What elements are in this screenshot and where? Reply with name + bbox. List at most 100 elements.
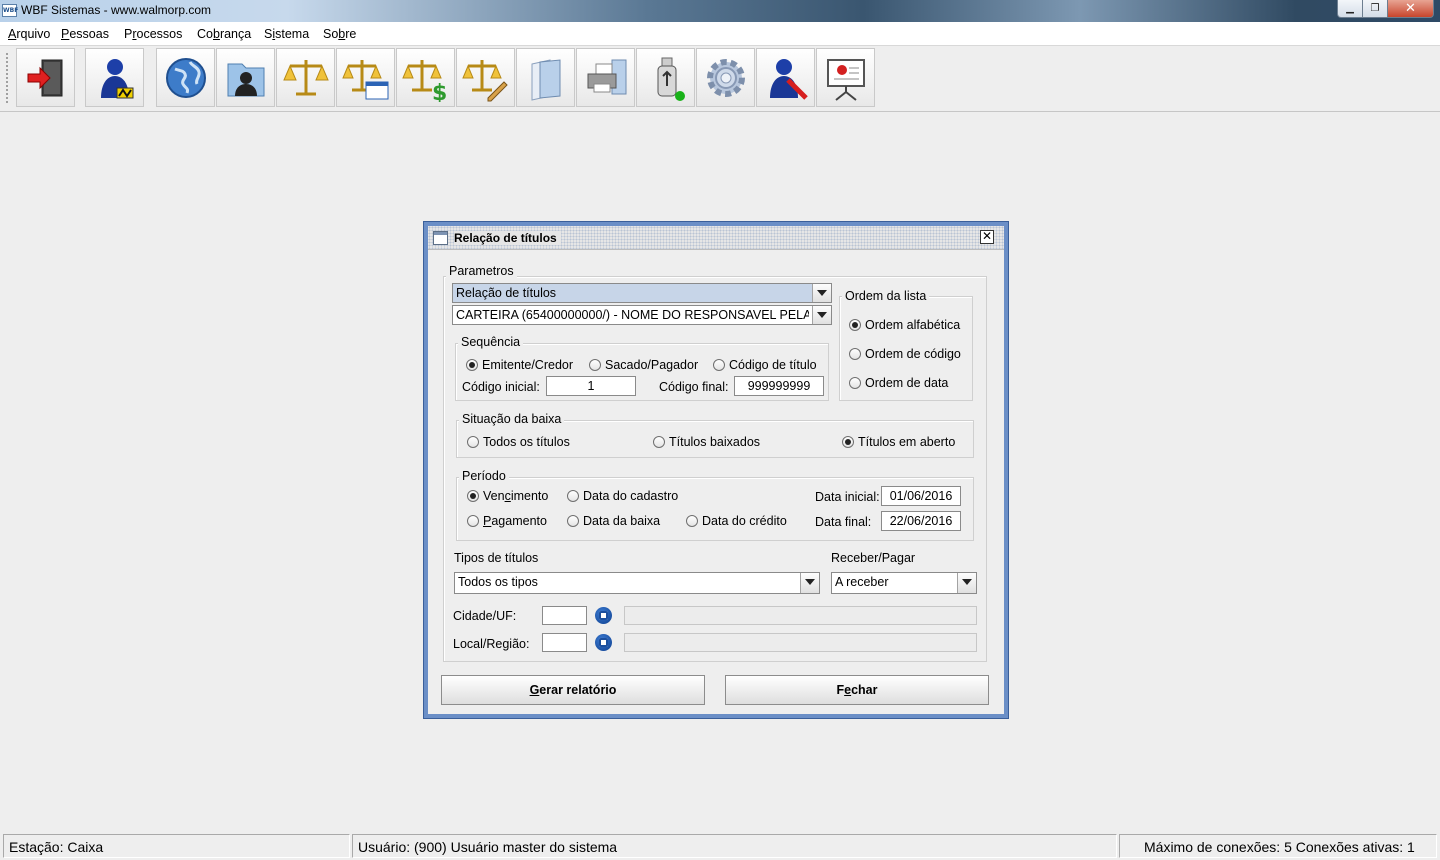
usb-drive-icon bbox=[657, 57, 685, 101]
dialog-close-button[interactable]: ✕ bbox=[980, 230, 994, 244]
restore-button[interactable]: ❐ bbox=[1363, 0, 1388, 18]
gerar-relatorio-button[interactable]: Gerar relatório bbox=[441, 675, 705, 705]
menu-sobre[interactable]: Sobre bbox=[323, 27, 356, 41]
menu-cobranca[interactable]: Cobrança bbox=[197, 27, 251, 41]
minimize-button[interactable]: ▁ bbox=[1337, 0, 1363, 18]
toolbar-grip[interactable] bbox=[5, 52, 9, 104]
status-estacao: Estação: Caixa bbox=[3, 834, 350, 858]
menu-pessoas[interactable]: Pessoas bbox=[61, 27, 109, 41]
toolbar: $ bbox=[0, 46, 1440, 112]
radio-data-baixa[interactable]: Data da baixa bbox=[567, 514, 660, 528]
codigo-final-field[interactable]: 999999999 bbox=[734, 376, 824, 396]
radio-ordem-codigo[interactable]: Ordem de código bbox=[849, 347, 961, 361]
menu-bar: Arquivo Pessoas Processos Cobrança Siste… bbox=[0, 22, 1440, 46]
radio-codigo-titulo[interactable]: Código de título bbox=[713, 358, 817, 372]
menu-processos[interactable]: Processos bbox=[124, 27, 182, 41]
toolbar-printer-button[interactable] bbox=[576, 48, 635, 107]
contact-card-icon bbox=[227, 63, 264, 96]
tipos-value: Todos os tipos bbox=[458, 575, 538, 589]
ordem-legend: Ordem da lista bbox=[842, 289, 930, 303]
close-window-button[interactable]: ✕ bbox=[1388, 0, 1434, 18]
local-description-field bbox=[624, 633, 977, 652]
dialog-title-bar[interactable]: Relação de títulos ✕ bbox=[428, 226, 1004, 250]
codigo-final-label: Código final: bbox=[659, 380, 729, 394]
radio-emitente-credor[interactable]: Emitente/Credor bbox=[466, 358, 573, 372]
window-title: WBF Sistemas - www.walmorp.com bbox=[21, 3, 212, 17]
radio-ordem-alfabetica[interactable]: Ordem alfabética bbox=[849, 318, 960, 332]
radio-titulos-baixados[interactable]: Títulos baixados bbox=[653, 435, 760, 449]
tipos-combo[interactable]: Todos os tipos bbox=[454, 572, 820, 594]
radio-todos-titulos[interactable]: Todos os títulos bbox=[467, 435, 570, 449]
radio-vencimento[interactable]: Vencimento bbox=[467, 489, 548, 503]
documents-icon bbox=[531, 58, 560, 101]
status-bar: Estação: Caixa Usuário: (900) Usuário ma… bbox=[0, 832, 1440, 860]
chevron-down-icon[interactable] bbox=[812, 284, 831, 302]
toolbar-scales-window-button[interactable] bbox=[336, 48, 395, 107]
toolbar-globe-button[interactable] bbox=[156, 48, 215, 107]
user-tools-icon bbox=[769, 58, 808, 100]
toolbar-presentation-button[interactable] bbox=[816, 48, 875, 107]
data-inicial-field[interactable]: 01/06/2016 bbox=[881, 486, 961, 506]
carteira-value: CARTEIRA (65400000000/) - NOME DO RESPON… bbox=[456, 308, 809, 322]
dialog-window-icon bbox=[433, 231, 448, 245]
report-type-combo[interactable]: Relação de títulos bbox=[452, 283, 832, 303]
close-icon: ✕ bbox=[981, 229, 993, 243]
scales-icon bbox=[282, 59, 329, 95]
svg-text:$: $ bbox=[432, 81, 447, 102]
globe-icon bbox=[165, 57, 206, 98]
toolbar-scales-edit-button[interactable] bbox=[456, 48, 515, 107]
receber-pagar-combo[interactable]: A receber bbox=[831, 572, 977, 594]
cidade-description-field bbox=[624, 606, 977, 625]
carteira-combo[interactable]: CARTEIRA (65400000000/) - NOME DO RESPON… bbox=[452, 305, 832, 325]
scales-edit-icon bbox=[461, 59, 508, 101]
toolbar-scales-money-button[interactable]: $ bbox=[396, 48, 455, 107]
data-inicial-label: Data inicial: bbox=[815, 490, 880, 504]
radio-data-cadastro[interactable]: Data do cadastro bbox=[567, 489, 678, 503]
dialog-title: Relação de títulos bbox=[454, 231, 561, 245]
menu-sistema[interactable]: Sistema bbox=[264, 27, 309, 41]
presentation-board-icon bbox=[826, 58, 865, 101]
toolbar-contacts-button[interactable] bbox=[216, 48, 275, 107]
minimize-icon: ▁ bbox=[1346, 3, 1354, 14]
radio-data-credito[interactable]: Data do crédito bbox=[686, 514, 787, 528]
report-type-value: Relação de títulos bbox=[456, 286, 557, 300]
toolbar-people-button[interactable] bbox=[85, 48, 144, 107]
codigo-inicial-field[interactable]: 1 bbox=[546, 376, 636, 396]
receber-pagar-label: Receber/Pagar bbox=[831, 551, 916, 565]
toolbar-user-tools-button[interactable] bbox=[756, 48, 815, 107]
toolbar-settings-button[interactable] bbox=[696, 48, 755, 107]
radio-sacado-pagador[interactable]: Sacado/Pagador bbox=[589, 358, 698, 372]
chevron-down-icon[interactable] bbox=[812, 306, 831, 324]
scales-money-icon: $ bbox=[401, 59, 447, 102]
cidade-uf-field[interactable] bbox=[542, 606, 587, 625]
local-lookup-icon[interactable] bbox=[595, 634, 612, 651]
local-regiao-field[interactable] bbox=[542, 633, 587, 652]
codigo-inicial-label: Código inicial: bbox=[462, 380, 540, 394]
radio-ordem-data[interactable]: Ordem de data bbox=[849, 376, 948, 390]
sequencia-legend: Sequência bbox=[458, 335, 524, 349]
cidade-lookup-icon[interactable] bbox=[595, 607, 612, 624]
menu-arquivo[interactable]: Arquivo bbox=[8, 27, 50, 41]
local-regiao-label: Local/Região: bbox=[453, 637, 530, 651]
data-final-label: Data final: bbox=[815, 515, 872, 529]
user-person-icon bbox=[100, 58, 133, 98]
close-icon: ✕ bbox=[1405, 1, 1416, 16]
toolbar-scales-button[interactable] bbox=[276, 48, 335, 107]
radio-titulos-em-aberto[interactable]: Títulos em aberto bbox=[842, 435, 955, 449]
chevron-down-icon[interactable] bbox=[800, 573, 819, 593]
toolbar-documents-button[interactable] bbox=[516, 48, 575, 107]
relacao-titulos-dialog: Relação de títulos ✕ Parametros Relação … bbox=[423, 221, 1009, 719]
scales-window-icon bbox=[341, 59, 388, 99]
window-title-bar[interactable]: WBF WBF Sistemas - www.walmorp.com ▁ ❐ ✕ bbox=[0, 0, 1440, 22]
radio-pagamento[interactable]: Pagamento bbox=[467, 514, 547, 528]
exit-door-icon bbox=[27, 59, 62, 96]
fechar-button[interactable]: Fechar bbox=[725, 675, 989, 705]
toolbar-usb-button[interactable] bbox=[636, 48, 695, 107]
data-final-field[interactable]: 22/06/2016 bbox=[881, 511, 961, 531]
status-usuario: Usuário: (900) Usuário master do sistema bbox=[352, 834, 1117, 858]
settings-gear-icon bbox=[706, 58, 745, 97]
toolbar-exit-button[interactable] bbox=[16, 48, 75, 107]
parametros-legend: Parametros bbox=[446, 264, 517, 278]
cidade-uf-label: Cidade/UF: bbox=[453, 609, 517, 623]
chevron-down-icon[interactable] bbox=[957, 573, 976, 593]
